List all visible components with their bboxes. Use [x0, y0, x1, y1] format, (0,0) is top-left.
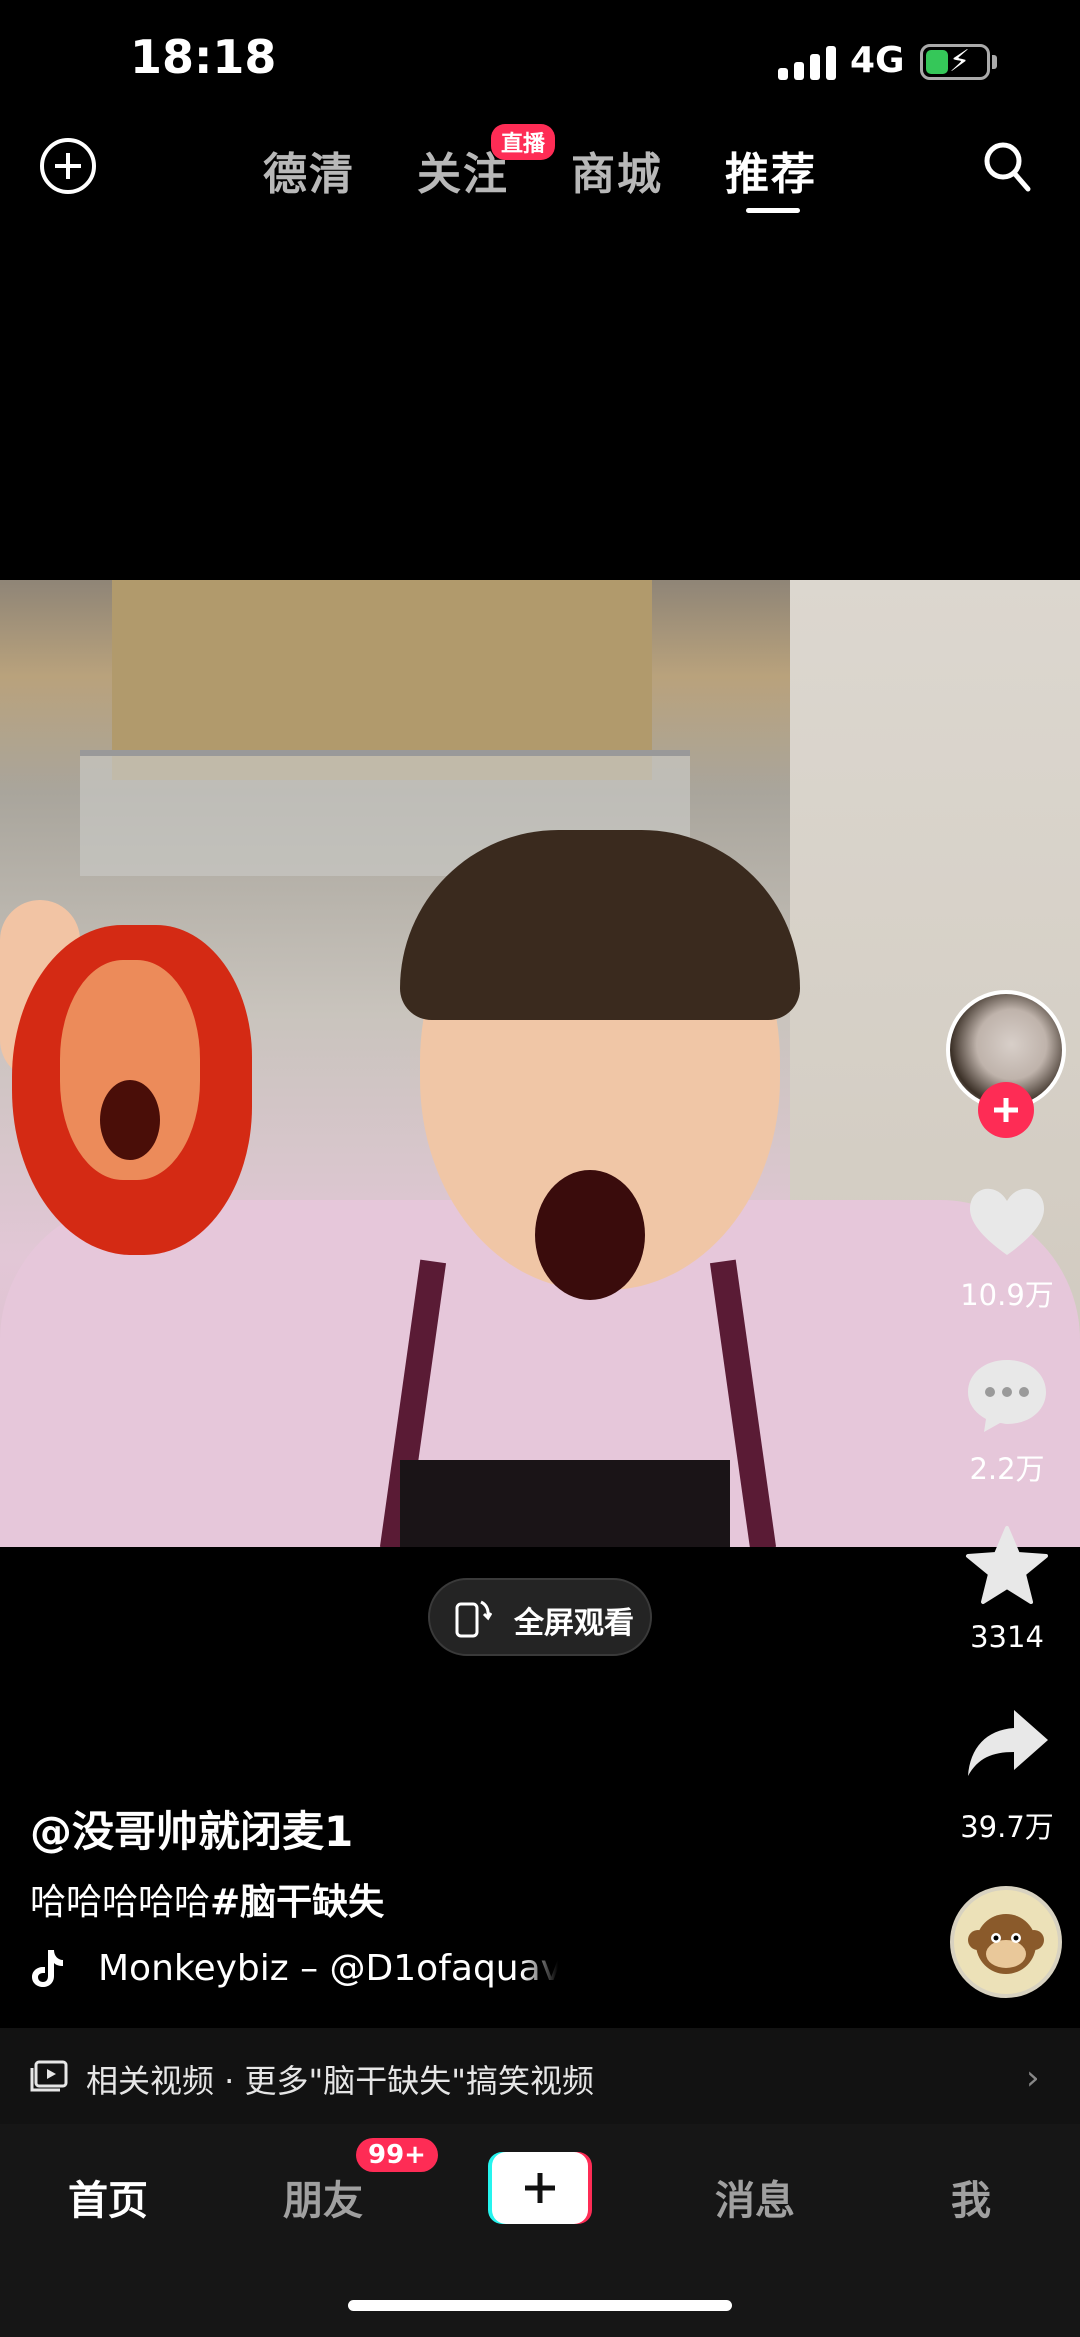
nav-home[interactable]: 首页	[68, 2168, 148, 2226]
favorite-count: 3314	[970, 1620, 1044, 1654]
fullscreen-button[interactable]: 全屏观看	[428, 1578, 652, 1656]
video-open-mouth	[535, 1170, 645, 1300]
music-title[interactable]: Monkeybiz – @D1ofaquavi	[98, 1948, 558, 1989]
monkey-icon	[968, 1914, 1044, 1974]
video-apron	[400, 1460, 730, 1547]
tab-recommend[interactable]: 推荐	[725, 138, 817, 202]
like-count: 10.9万	[960, 1278, 1054, 1312]
network-type: 4G	[850, 40, 905, 81]
star-icon[interactable]	[962, 1522, 1052, 1612]
comment-count: 2.2万	[969, 1452, 1045, 1486]
status-time: 18:18	[130, 30, 277, 84]
tiktok-note-icon	[32, 1950, 63, 1987]
battery-icon: ⚡	[920, 44, 990, 80]
hashtag-link[interactable]: #脑干缺失	[210, 1882, 384, 1923]
author-name[interactable]: @没哥帅就闭麦1	[30, 1798, 353, 1859]
follow-plus-button[interactable]	[978, 1082, 1034, 1138]
friends-badge: 99+	[356, 2138, 438, 2172]
comment-icon[interactable]	[962, 1350, 1052, 1440]
music-disc[interactable]	[950, 1886, 1062, 1998]
nav-messages[interactable]: 消息	[715, 2168, 795, 2226]
video-description: 哈哈哈哈哈#脑干缺失	[30, 1873, 384, 1925]
create-button[interactable]	[488, 2152, 592, 2224]
rotate-phone-icon	[455, 1600, 492, 1638]
related-videos-bar[interactable]: 相关视频 · 更多"脑干缺失"搞笑视频 ›	[0, 2028, 1080, 2124]
share-icon[interactable]	[962, 1700, 1052, 1790]
share-count: 39.7万	[960, 1810, 1054, 1844]
active-tab-indicator	[746, 208, 800, 213]
battery-cap	[992, 55, 997, 69]
chevron-right-icon: ›	[1026, 2058, 1040, 2098]
video-pepper-mouth	[100, 1080, 160, 1160]
nav-friends[interactable]: 朋友	[283, 2168, 363, 2226]
live-badge: 直播	[491, 124, 556, 160]
nav-me[interactable]: 我	[951, 2168, 991, 2226]
add-circle-icon[interactable]	[40, 138, 96, 194]
signal-icon	[778, 46, 836, 80]
plus-icon	[492, 2152, 588, 2224]
tab-mall[interactable]: 商城	[571, 138, 663, 202]
fullscreen-label: 全屏观看	[514, 1606, 634, 1641]
heart-icon[interactable]	[962, 1175, 1052, 1265]
video-list-icon	[30, 2060, 68, 2092]
search-icon[interactable]	[982, 140, 1032, 194]
home-indicator	[348, 2300, 732, 2311]
tab-deqing[interactable]: 德清	[263, 138, 355, 202]
related-videos-text: 相关视频 · 更多"脑干缺失"搞笑视频	[86, 2062, 594, 2100]
description-text: 哈哈哈哈哈	[30, 1882, 211, 1923]
video-player[interactable]	[0, 580, 1080, 1547]
